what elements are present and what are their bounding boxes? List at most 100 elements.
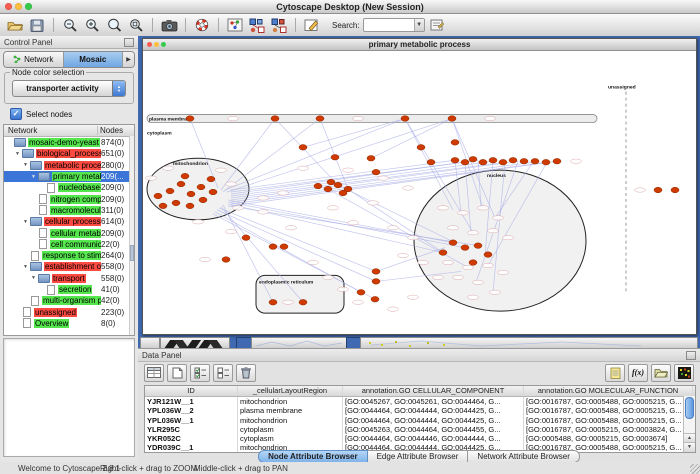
graph-node[interactable]: [372, 279, 380, 285]
column-header[interactable]: annotation.GO CELLULAR_COMPONENT: [343, 386, 524, 396]
tree-scrollbar[interactable]: [129, 136, 134, 335]
table-row[interactable]: YLR295Ccytoplasm[GO:0045263, GO:0044464,…: [145, 425, 695, 434]
graph-node[interactable]: [357, 290, 365, 296]
tab-network[interactable]: Network: [4, 52, 64, 67]
graph-node[interactable]: [469, 260, 477, 266]
graph-node[interactable]: [324, 186, 332, 192]
graph-node[interactable]: [186, 116, 194, 122]
graph-node[interactable]: [401, 116, 409, 122]
graph-node[interactable]: [427, 159, 435, 165]
search-text-input[interactable]: [364, 20, 414, 30]
resize-grip[interactable]: [690, 464, 700, 474]
annotation-tool-button[interactable]: [302, 16, 322, 34]
graph-node[interactable]: [339, 190, 347, 196]
tree-row[interactable]: Overview8(0): [4, 318, 134, 329]
graph-node[interactable]: [499, 159, 507, 165]
graph-node[interactable]: [451, 157, 459, 163]
network-preferences-button[interactable]: [225, 16, 245, 34]
graph-node[interactable]: [449, 240, 457, 246]
search-dropdown-icon[interactable]: ▼: [414, 19, 424, 31]
tree-column-network[interactable]: Network: [4, 126, 97, 135]
graph-node[interactable]: [197, 184, 205, 190]
expander-icon[interactable]: ▼: [31, 275, 38, 281]
delete-attribute-button[interactable]: [236, 364, 256, 382]
attribute-matrix-button[interactable]: [674, 364, 694, 382]
network-window-titlebar[interactable]: primary metabolic process: [143, 39, 696, 51]
tree-row[interactable]: ▼primary metabo209(...: [4, 171, 134, 182]
graph-node[interactable]: [451, 140, 459, 146]
zoom-selected-button[interactable]: [104, 16, 124, 34]
tree-row[interactable]: nitrogen compo209(0): [4, 193, 134, 204]
graph-node[interactable]: [489, 157, 497, 163]
tree-row[interactable]: response to stimulu264(0): [4, 250, 134, 261]
tree-row[interactable]: cellular metabo209(0): [4, 227, 134, 238]
zoom-fit-button[interactable]: [126, 16, 146, 34]
graph-node[interactable]: [461, 159, 469, 165]
graph-node[interactable]: [448, 116, 456, 122]
graph-node[interactable]: [207, 176, 215, 182]
graph-node[interactable]: [461, 245, 469, 251]
graph-node[interactable]: [372, 169, 380, 175]
expander-icon[interactable]: ▼: [23, 219, 30, 225]
graph-node[interactable]: [331, 154, 339, 160]
graph-node[interactable]: [372, 269, 380, 275]
graph-node[interactable]: [520, 158, 528, 164]
table-row[interactable]: YJR121W__1mitochondrion[GO:0045267, GO:0…: [145, 397, 695, 406]
graph-node[interactable]: [299, 299, 307, 305]
float-panel-icon[interactable]: [686, 351, 696, 360]
table-row[interactable]: YPL036W__2plasma membrane[GO:0044464, GO…: [145, 406, 695, 415]
graph-node[interactable]: [186, 203, 194, 209]
graph-node[interactable]: [166, 188, 174, 194]
graph-node[interactable]: [199, 197, 207, 203]
tree-row[interactable]: mosaic-demo-yeast874(0): [4, 137, 134, 148]
attribute-notes-button[interactable]: [605, 364, 625, 382]
graph-node[interactable]: [187, 191, 195, 197]
tree-row[interactable]: secretion41(0): [4, 284, 134, 295]
graph-node[interactable]: [484, 252, 492, 258]
tab-mosaic[interactable]: Mosaic: [64, 52, 124, 67]
tree-row[interactable]: multi-organism pro42(0): [4, 295, 134, 306]
column-header[interactable]: _cellularLayoutRegion: [238, 386, 343, 396]
float-panel-icon[interactable]: [124, 38, 134, 47]
graph-node[interactable]: [316, 116, 324, 122]
select-attributes-button[interactable]: [190, 364, 210, 382]
graph-node[interactable]: [172, 200, 180, 206]
graph-node[interactable]: [479, 159, 487, 165]
graph-node[interactable]: [371, 296, 379, 302]
unselect-attributes-button[interactable]: [213, 364, 233, 382]
create-attribute-button[interactable]: [167, 364, 187, 382]
zoom-in-button[interactable]: [82, 16, 102, 34]
expander-icon[interactable]: ▼: [15, 151, 22, 157]
tree-row[interactable]: macromolecule311(0): [4, 205, 134, 216]
tree-row[interactable]: ▼establishment of lo558(0): [4, 261, 134, 272]
zoom-out-button[interactable]: [60, 16, 80, 34]
apply-layout-1-button[interactable]: [247, 16, 267, 34]
graph-node[interactable]: [671, 187, 679, 193]
graph-node[interactable]: [269, 299, 277, 305]
graph-node[interactable]: [553, 158, 561, 164]
tree-column-nodes[interactable]: Nodes: [97, 126, 134, 135]
graph-node[interactable]: [417, 145, 425, 151]
table-scrollbar[interactable]: ▲ ▼: [683, 396, 695, 452]
tree-row[interactable]: ▼transport558(0): [4, 273, 134, 284]
graph-node[interactable]: [509, 157, 517, 163]
graph-node[interactable]: [531, 158, 539, 164]
table-row[interactable]: YPL036W__1mitochondrion[GO:0044464, GO:0…: [145, 416, 695, 425]
tree-scrollbar-thumb[interactable]: [130, 245, 134, 261]
tab-overflow-icon[interactable]: ▶: [123, 52, 134, 67]
select-nodes-checkbox[interactable]: ✓: [10, 108, 22, 120]
graph-node[interactable]: [154, 193, 162, 199]
graph-node[interactable]: [654, 187, 662, 193]
graph-node[interactable]: [299, 145, 307, 151]
graph-node[interactable]: [469, 156, 477, 162]
expander-icon[interactable]: ▼: [31, 174, 38, 180]
tree-row[interactable]: ▼biological_process651(0): [4, 148, 134, 159]
graph-node[interactable]: [280, 244, 288, 250]
tree-row[interactable]: unassigned223(0): [4, 306, 134, 317]
graph-node[interactable]: [222, 257, 230, 263]
graph-node[interactable]: [159, 203, 167, 209]
column-header[interactable]: ID: [145, 386, 238, 396]
graph-node[interactable]: [542, 159, 550, 165]
node-color-dropdown[interactable]: transporter activity ▲▼: [12, 80, 126, 97]
tree-row[interactable]: ▼metabolic process280(0): [4, 160, 134, 171]
